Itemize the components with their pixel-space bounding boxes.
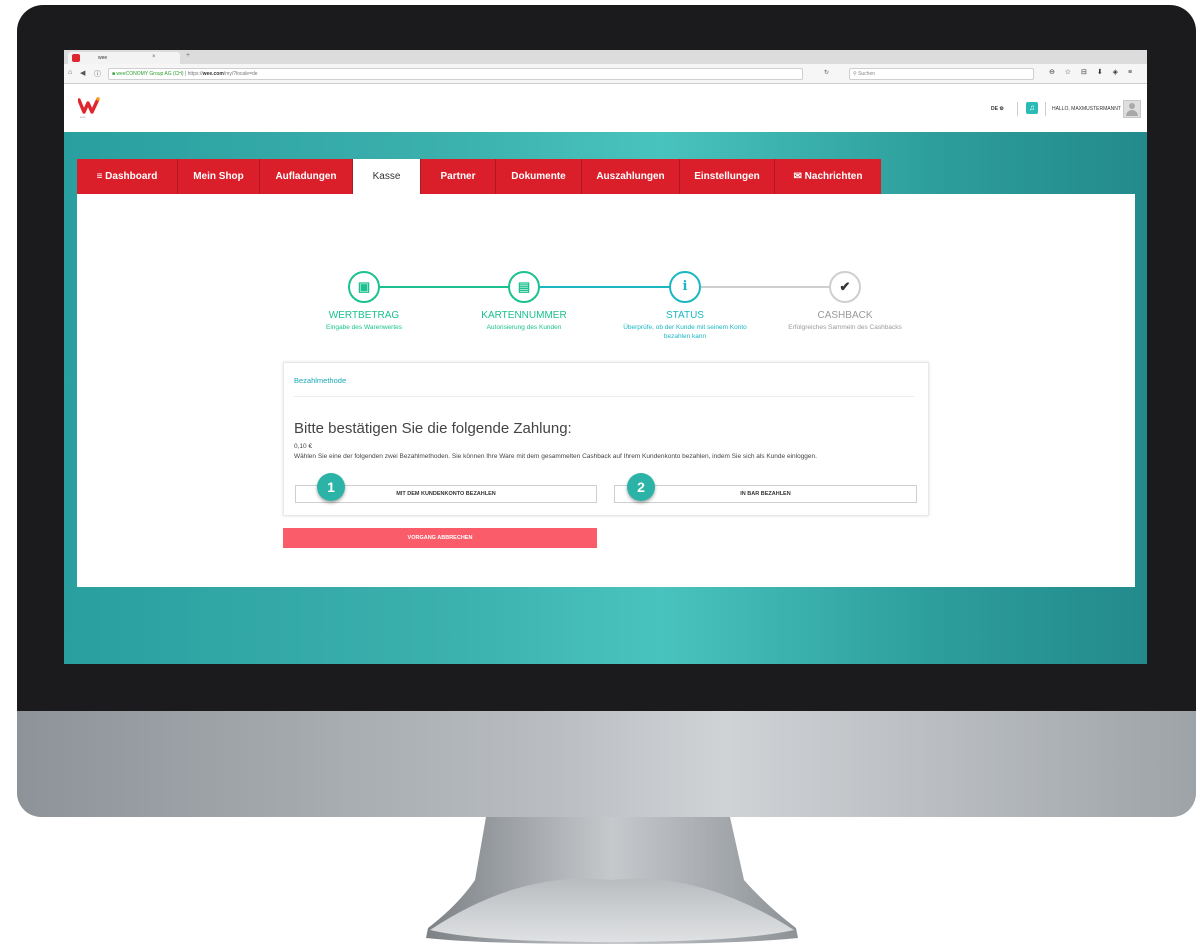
step-title-status: STATUS <box>666 310 704 321</box>
step-title-kartennummer: KARTENNUMMER <box>481 310 567 321</box>
step-badge-2: 2 <box>627 473 655 501</box>
payment-section-label: Bezahlmethode <box>294 376 347 385</box>
payment-amount: 0,10 € <box>294 443 313 450</box>
reload-icon[interactable]: ↻ <box>824 69 829 76</box>
browser-tab-bar: wee × + <box>64 50 1147 64</box>
browser-tab[interactable]: wee × <box>68 52 180 64</box>
check-icon: ✔ <box>829 271 861 303</box>
tab-partner[interactable]: Partner <box>421 159 496 194</box>
screen: wee × + ⌂ ◀ ⓘ ■ weeCONOMY Group AG (CH) … <box>64 50 1147 664</box>
logo-caption: wee <box>80 115 86 119</box>
language-selector[interactable]: DE ⚙ <box>991 106 1004 112</box>
step-subtitle-cashback: Erfolgreiches Sammeln des Cashbacks <box>788 324 902 331</box>
tab-auszahlungen[interactable]: Auszahlungen <box>582 159 680 194</box>
step-badge-1: 1 <box>317 473 345 501</box>
new-tab-icon[interactable]: + <box>186 52 190 59</box>
tab-dashboard[interactable]: ≡ Dashboard <box>77 159 178 194</box>
info-icon: i <box>669 271 701 303</box>
credit-card-icon: ▤ <box>508 271 540 303</box>
tab-einstellungen[interactable]: Einstellungen <box>680 159 775 194</box>
bell-icon[interactable]: ♫ <box>1026 102 1038 114</box>
payment-method-panel: Bezahlmethode Bitte bestätigen Sie die f… <box>283 362 929 516</box>
url-organization: weeCONOMY Group AG (CH) <box>116 71 184 77</box>
home-icon[interactable]: ⌂ <box>68 69 72 76</box>
url-host: wee.com <box>202 71 224 77</box>
close-tab-icon[interactable]: × <box>152 54 156 60</box>
tab-dokumente[interactable]: Dokumente <box>496 159 582 194</box>
tab-nachrichten[interactable]: ✉ Nachrichten <box>775 159 881 194</box>
step-title-cashback: CASHBACK <box>817 310 873 321</box>
header-divider <box>1017 102 1018 116</box>
step-subtitle-kartennummer: Autorisierung des Kunden <box>486 324 562 331</box>
step-connector <box>380 286 522 288</box>
tab-mein-shop[interactable]: Mein Shop <box>178 159 260 194</box>
user-icon-body <box>1126 110 1138 116</box>
url-bar[interactable]: ■ weeCONOMY Group AG (CH) | https://wee.… <box>108 68 803 80</box>
cancel-transaction-button[interactable]: VORGANG ABBRECHEN <box>283 528 597 548</box>
browser-search-placeholder: Suchen <box>858 71 876 77</box>
browser-search-input[interactable]: ⚲ Suchen <box>849 68 1034 80</box>
url-scheme: https:// <box>187 71 203 77</box>
step-connector <box>538 286 684 288</box>
divider <box>294 396 914 397</box>
step-connector <box>700 286 842 288</box>
pay-cash-button[interactable]: IN BAR BEZAHLEN <box>614 485 917 503</box>
browser-tab-title: wee <box>98 55 108 61</box>
browser-toolbar-icons[interactable]: ⊖ ☆ ⊟ ⬇ ◈ ≡ <box>1049 68 1136 76</box>
back-icon[interactable]: ◀ <box>80 69 85 77</box>
favicon-icon <box>72 54 80 62</box>
step-subtitle-wertbetrag: Eingabe des Warenwertes <box>326 324 402 331</box>
browser-toolbar: ⌂ ◀ ⓘ ■ weeCONOMY Group AG (CH) | https:… <box>64 64 1147 84</box>
payment-heading: Bitte bestätigen Sie die folgende Zahlun… <box>294 420 572 437</box>
step-subtitle-status: Überprüfe, ob der Kunde mit seinem Konto… <box>623 324 747 340</box>
user-icon <box>1129 103 1135 109</box>
avatar[interactable] <box>1123 100 1141 118</box>
content-card: ▣ ▤ i ✔ WERTBETRAG Eingabe des Warenwert… <box>77 194 1135 587</box>
info-circle-icon[interactable]: ⓘ <box>94 69 101 79</box>
wee-logo-icon[interactable] <box>78 96 100 116</box>
url-path: /my/?locale=de <box>223 71 258 77</box>
tab-kasse[interactable]: Kasse <box>353 159 421 194</box>
banknote-icon: ▣ <box>348 271 380 303</box>
user-greeting[interactable]: HALLO, MAXMUSTERMANNT <box>1052 106 1121 112</box>
site-header: wee DE ⚙ ♫ HALLO, MAXMUSTERMANNT <box>64 84 1147 132</box>
payment-description: Wählen Sie eine der folgenden zwei Bezah… <box>294 453 817 460</box>
tab-aufladungen[interactable]: Aufladungen <box>260 159 353 194</box>
step-title-wertbetrag: WERTBETRAG <box>328 310 400 321</box>
header-divider <box>1045 102 1046 116</box>
